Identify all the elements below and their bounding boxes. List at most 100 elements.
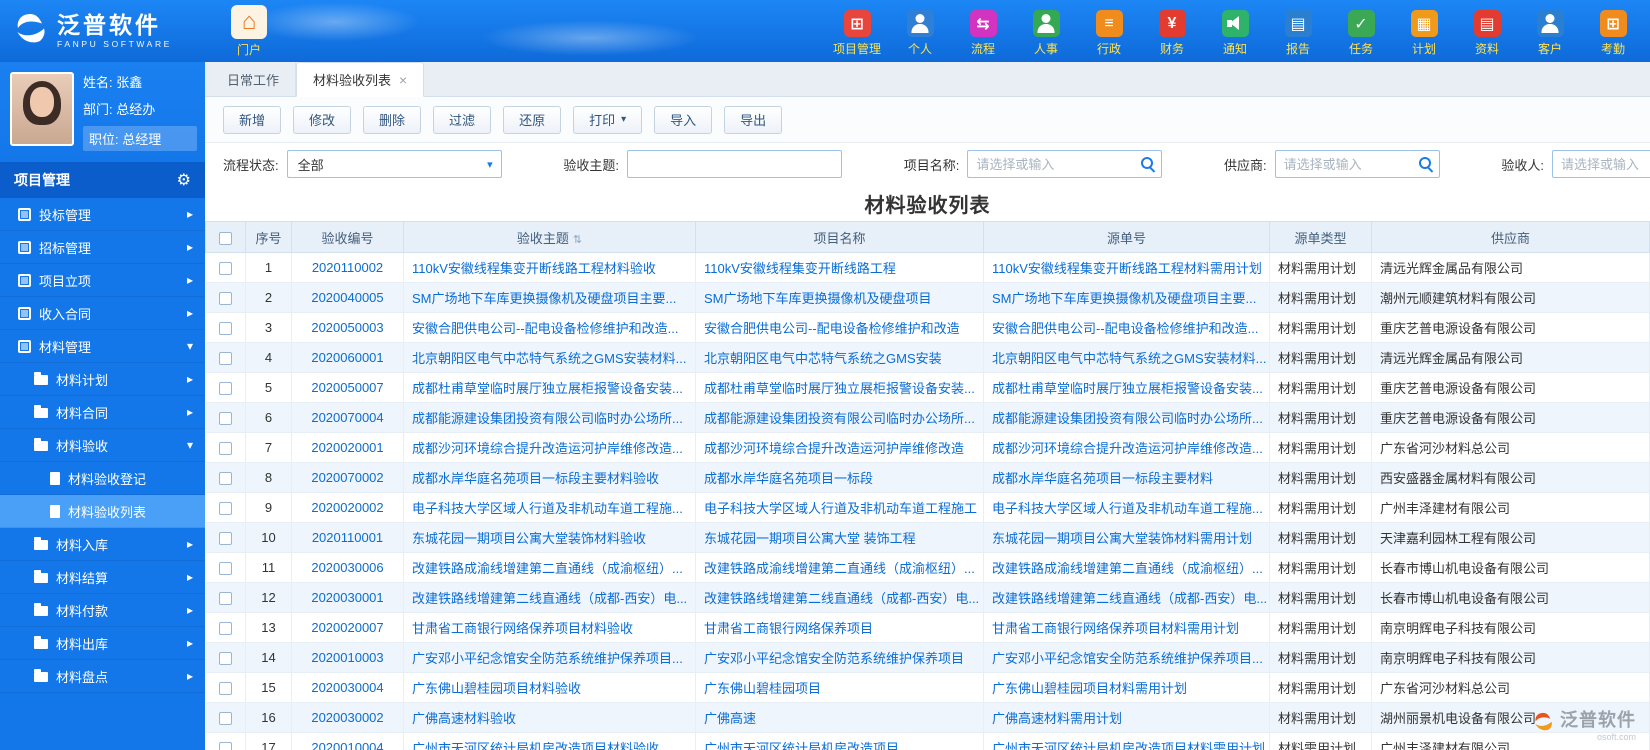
restore-button[interactable]: 还原: [503, 105, 562, 134]
cell-project[interactable]: 110kV安徽线程集变开断线路工程: [695, 252, 984, 283]
row-checkbox[interactable]: [218, 442, 232, 456]
nav-hr[interactable]: 人事: [1021, 10, 1071, 57]
cell-code[interactable]: 2020040005: [291, 282, 404, 313]
cell-project[interactable]: 成都沙河环境综合提升改造运河护岸维修改造: [695, 432, 984, 463]
row-checkbox[interactable]: [218, 532, 232, 546]
cell-source[interactable]: 改建铁路成渝线增建第二直通线（成渝枢纽）...: [983, 552, 1270, 583]
gear-icon[interactable]: ⚙: [177, 170, 191, 190]
cell-project[interactable]: 甘肃省工商银行网络保养项目: [695, 612, 984, 643]
cell-subject[interactable]: 广东佛山碧桂园项目材料验收: [403, 672, 696, 703]
cell-code[interactable]: 2020070004: [291, 402, 404, 433]
cell-source[interactable]: 改建铁路线增建第二线直通线（成都-西安）电...: [983, 582, 1270, 613]
cell-code[interactable]: 2020110002: [291, 252, 404, 283]
cell-source[interactable]: 110kV安徽线程集变开断线路工程材料需用计划: [983, 252, 1270, 283]
cell-subject[interactable]: 电子科技大学区域人行道及非机动车道工程施...: [403, 492, 696, 523]
sidebar-item-material-acceptance[interactable]: 材料验收 ▾: [0, 429, 205, 462]
supplier-input[interactable]: [1274, 150, 1440, 178]
row-checkbox[interactable]: [218, 622, 232, 636]
cell-code[interactable]: 2020050003: [291, 312, 404, 343]
subject-input[interactable]: [626, 150, 842, 178]
row-checkbox[interactable]: [218, 262, 232, 276]
cell-project[interactable]: 广州市天河区统计局机房改造项目: [695, 732, 984, 750]
cell-code[interactable]: 2020010004: [291, 732, 404, 750]
cell-source[interactable]: 甘肃省工商银行网络保养项目材料需用计划: [983, 612, 1270, 643]
cell-subject[interactable]: 改建铁路成渝线增建第二直通线（成渝枢纽）...: [403, 552, 696, 583]
nav-project-management[interactable]: ⊞ 项目管理: [832, 10, 882, 57]
row-checkbox[interactable]: [218, 652, 232, 666]
nav-finance[interactable]: ¥ 财务: [1147, 10, 1197, 57]
cell-project[interactable]: 安徽合肥供电公司--配电设备检修维护和改造: [695, 312, 984, 343]
cell-subject[interactable]: SM广场地下车库更换摄像机及硬盘项目主要...: [403, 282, 696, 313]
close-icon[interactable]: ×: [399, 72, 407, 88]
cell-code[interactable]: 2020050007: [291, 372, 404, 403]
cell-source[interactable]: 广州市天河区统计局机房改造项目材料需用计划: [983, 732, 1270, 750]
row-checkbox[interactable]: [218, 502, 232, 516]
cell-project[interactable]: 改建铁路成渝线增建第二直通线（成渝枢纽）...: [695, 552, 984, 583]
cell-source[interactable]: 广东佛山碧桂园项目材料需用计划: [983, 672, 1270, 703]
cell-subject[interactable]: 成都能源建设集团投资有限公司临时办公场所...: [403, 402, 696, 433]
sidebar-item-income-contract[interactable]: 收入合同 ▸: [0, 297, 205, 330]
sidebar-item-material-plan[interactable]: 材料计划 ▸: [0, 363, 205, 396]
cell-project[interactable]: 东城花园一期项目公寓大堂 装饰工程: [695, 522, 984, 553]
cell-subject[interactable]: 北京朝阳区电气中芯特气系统之GMS安装材料...: [403, 342, 696, 373]
add-button[interactable]: 新增: [223, 105, 282, 134]
row-checkbox[interactable]: [218, 292, 232, 306]
process-status-select[interactable]: 全部 ▾: [286, 150, 502, 178]
cell-project[interactable]: 成都能源建设集团投资有限公司临时办公场所...: [695, 402, 984, 433]
portal-button[interactable]: ⌂ 门户: [231, 4, 267, 58]
sidebar-item-material-settlement[interactable]: 材料结算 ▸: [0, 561, 205, 594]
cell-subject[interactable]: 110kV安徽线程集变开断线路工程材料验收: [403, 252, 696, 283]
row-checkbox[interactable]: [218, 472, 232, 486]
cell-code[interactable]: 2020060001: [291, 342, 404, 373]
sidebar-item-material-inbound[interactable]: 材料入库 ▸: [0, 528, 205, 561]
cell-code[interactable]: 2020030002: [291, 702, 404, 733]
cell-source[interactable]: 电子科技大学区域人行道及非机动车道工程施...: [983, 492, 1270, 523]
cell-code[interactable]: 2020010003: [291, 642, 404, 673]
nav-notice[interactable]: 通知: [1210, 10, 1260, 57]
cell-code[interactable]: 2020030004: [291, 672, 404, 703]
sort-icon[interactable]: ⇅: [573, 234, 582, 246]
cell-code[interactable]: 2020030006: [291, 552, 404, 583]
cell-project[interactable]: 广安邓小平纪念馆安全防范系统维护保养项目: [695, 642, 984, 673]
sidebar-item-material-payment[interactable]: 材料付款 ▸: [0, 594, 205, 627]
import-button[interactable]: 导入: [654, 105, 713, 134]
project-input[interactable]: [967, 150, 1163, 178]
cell-source[interactable]: 成都水岸华庭名苑项目一标段主要材料: [983, 462, 1270, 493]
nav-personal[interactable]: 个人: [895, 10, 945, 57]
nav-customer[interactable]: 客户: [1525, 10, 1575, 57]
sidebar-item-material-acceptance-register[interactable]: 材料验收登记: [0, 462, 205, 495]
cell-source[interactable]: 成都能源建设集团投资有限公司临时办公场所...: [983, 402, 1270, 433]
cell-subject[interactable]: 成都杜甫草堂临时展厅独立展柜报警设备安装...: [403, 372, 696, 403]
search-icon[interactable]: [1141, 157, 1155, 171]
cell-project[interactable]: 成都水岸华庭名苑项目一标段: [695, 462, 984, 493]
cell-source[interactable]: 东城花园一期项目公寓大堂装饰材料需用计划: [983, 522, 1270, 553]
nav-report[interactable]: ▤ 报告: [1273, 10, 1323, 57]
cell-subject[interactable]: 广安邓小平纪念馆安全防范系统维护保养项目...: [403, 642, 696, 673]
cell-source[interactable]: 广安邓小平纪念馆安全防范系统维护保养项目...: [983, 642, 1270, 673]
cell-project[interactable]: 改建铁路线增建第二线直通线（成都-西安）电...: [695, 582, 984, 613]
cell-code[interactable]: 2020020002: [291, 492, 404, 523]
cell-project[interactable]: 北京朝阳区电气中芯特气系统之GMS安装: [695, 342, 984, 373]
search-icon[interactable]: [1418, 157, 1433, 171]
sidebar-item-material-outbound[interactable]: 材料出库 ▸: [0, 627, 205, 660]
nav-plan[interactable]: ▦ 计划: [1399, 10, 1449, 57]
row-checkbox[interactable]: [218, 322, 232, 336]
nav-admin[interactable]: ≡ 行政: [1084, 10, 1134, 57]
edit-button[interactable]: 修改: [293, 105, 352, 134]
tab-material-acceptance-list[interactable]: 材料验收列表 ×: [296, 62, 425, 97]
cell-subject[interactable]: 成都水岸华庭名苑项目一标段主要材料验收: [403, 462, 696, 493]
cell-code[interactable]: 2020070002: [291, 462, 404, 493]
cell-source[interactable]: 广佛高速材料需用计划: [983, 702, 1270, 733]
row-checkbox[interactable]: [218, 592, 232, 606]
sidebar-item-material-contract[interactable]: 材料合同 ▸: [0, 396, 205, 429]
nav-attendance[interactable]: ⊞ 考勤: [1588, 10, 1638, 57]
cell-code[interactable]: 2020020001: [291, 432, 404, 463]
tab-daily-work[interactable]: 日常工作: [211, 62, 297, 96]
row-checkbox[interactable]: [218, 382, 232, 396]
cell-code[interactable]: 2020030001: [291, 582, 404, 613]
cell-subject[interactable]: 安徽合肥供电公司--配电设备检修维护和改造...: [403, 312, 696, 343]
cell-code[interactable]: 2020110001: [291, 522, 404, 553]
cell-source[interactable]: 安徽合肥供电公司--配电设备检修维护和改造...: [983, 312, 1270, 343]
sidebar-item-material-acceptance-list[interactable]: 材料验收列表: [0, 495, 205, 528]
cell-subject[interactable]: 改建铁路线增建第二线直通线（成都-西安）电...: [403, 582, 696, 613]
